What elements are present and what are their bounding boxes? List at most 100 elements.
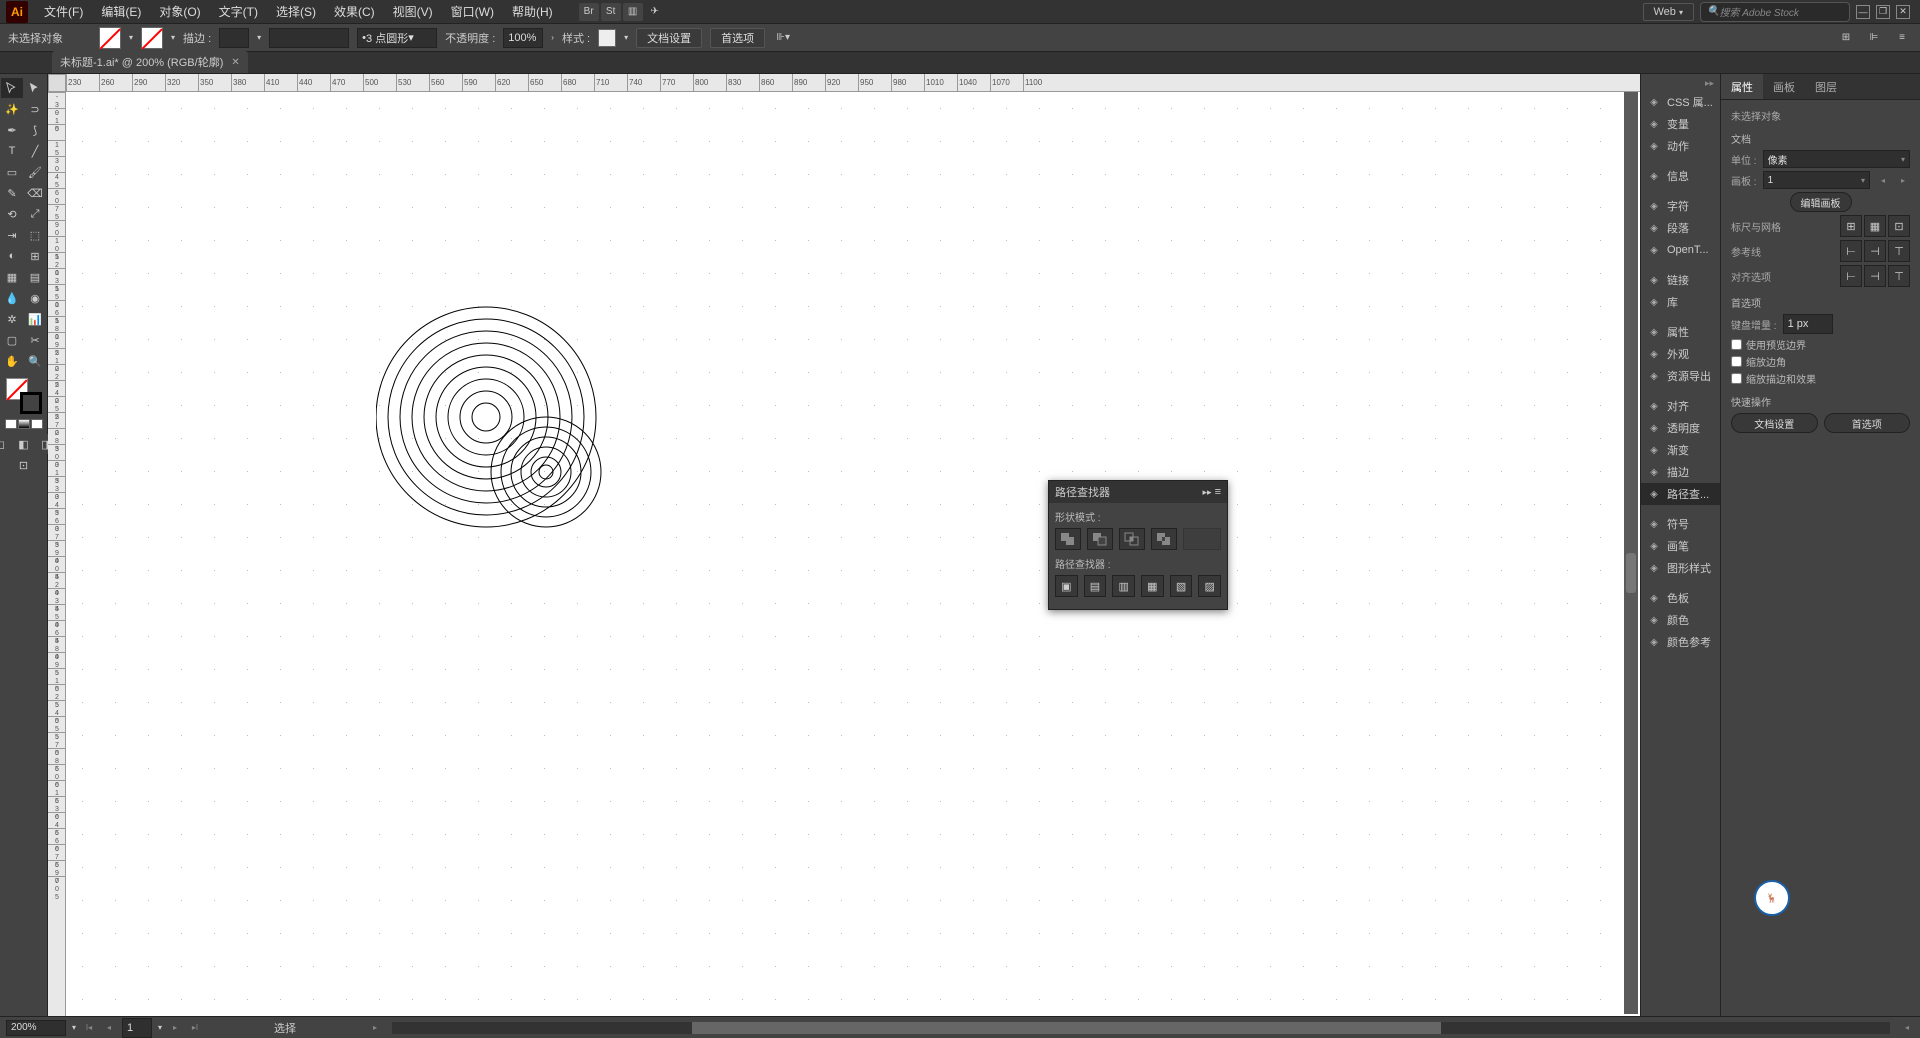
close-tab-icon[interactable]: ✕ [231,57,239,68]
dock-item-ali[interactable]: ◈对齐 [1641,395,1720,417]
dock-item-swa[interactable]: ◈色板 [1641,587,1720,609]
horizontal-scrollbar[interactable] [392,1022,1890,1034]
perspective-tool[interactable]: ⊞ [24,246,46,266]
screen-mode[interactable]: ⊡ [13,455,35,475]
dock-item-link[interactable]: ◈链接 [1641,269,1720,291]
graph-tool[interactable]: 📊 [24,309,46,329]
last-artboard-icon[interactable]: ▸I [188,1021,202,1035]
align-center-icon[interactable]: ⊣ [1864,265,1886,287]
divide-icon[interactable]: ▣ [1055,575,1078,597]
style-swatch[interactable] [598,29,616,47]
prefs-button[interactable]: 首选项 [710,28,765,48]
dock-item-grd[interactable]: ◈渐变 [1641,439,1720,461]
zoom-tool[interactable]: 🔍 [24,351,46,371]
paintbrush-tool[interactable]: 🖌 [24,162,46,182]
close-button[interactable]: ✕ [1896,5,1910,19]
arrange-windows-icon[interactable]: ⊞ [1836,29,1856,47]
dock-item-sym[interactable]: ◈符号 [1641,513,1720,535]
brush-selector[interactable] [269,28,349,48]
next-artboard-status-icon[interactable]: ▸ [168,1021,182,1035]
dock-item-info[interactable]: ◈信息 [1641,165,1720,187]
draw-mode-normal[interactable]: ◻ [0,434,12,454]
doc-setup-button[interactable]: 文档设置 [636,28,702,48]
arrange-icon[interactable]: ▥ [623,3,643,21]
width-tool[interactable]: ⇥ [1,225,23,245]
align-right-icon[interactable]: ⊤ [1888,265,1910,287]
blend-tool[interactable]: ◉ [24,288,46,308]
free-transform-tool[interactable]: ⬚ [24,225,46,245]
first-artboard-icon[interactable]: I◂ [82,1021,96,1035]
tab-layers[interactable]: 图层 [1805,74,1847,99]
stroke-swatch[interactable] [141,27,163,49]
zoom-input[interactable] [6,1020,66,1036]
tab-artboards[interactable]: 画板 [1763,74,1805,99]
type-tool[interactable]: T [1,141,23,161]
edit-artboard-button[interactable]: 编辑画板 [1790,192,1852,212]
restore-button[interactable]: ❐ [1876,5,1890,19]
dock-item-prop[interactable]: ◈属性 [1641,321,1720,343]
stock-icon[interactable]: St [601,3,621,21]
menu-type[interactable]: 文字(T) [211,0,266,23]
artboard-nav-input[interactable] [122,1018,152,1038]
stroke-color-icon[interactable] [20,392,42,414]
menu-file[interactable]: 文件(F) [36,0,91,23]
dock-item-col[interactable]: ◈颜色 [1641,609,1720,631]
merge-icon[interactable]: ▥ [1112,575,1135,597]
dock-item-gst[interactable]: ◈图形样式 [1641,557,1720,579]
scale-tool[interactable]: ⤢ [24,204,46,224]
align-panel-icon[interactable]: ⊫ [1864,29,1884,47]
unite-icon[interactable] [1055,528,1081,550]
dock-item-str[interactable]: ◈描边 [1641,461,1720,483]
dock-item-css[interactable]: ◈CSS 属... [1641,91,1720,113]
curvature-tool[interactable]: ⟆ [24,120,46,140]
horizontal-ruler[interactable]: 2302602903203503804104404705005305605906… [66,74,1640,92]
smart-guides-icon[interactable]: ⊤ [1888,240,1910,262]
tab-properties[interactable]: 属性 [1721,74,1763,99]
dock-item-act[interactable]: ◈动作 [1641,135,1720,157]
prev-artboard-icon[interactable]: ◂ [1876,173,1890,187]
lasso-tool[interactable]: ⊃ [24,99,46,119]
pathfinder-panel[interactable]: 路径查找器▸▸ ≡ 形状模式 : 路径查找器 : ▣ ▤ ▥ ▦ ▧ ▨ [1048,480,1228,610]
dock-item-¶[interactable]: ◈段落 [1641,217,1720,239]
trim-icon[interactable]: ▤ [1084,575,1107,597]
outline-icon[interactable]: ▧ [1170,575,1193,597]
vertical-scrollbar[interactable] [1624,92,1638,1014]
next-artboard-icon[interactable]: ▸ [1896,173,1910,187]
eyedropper-tool[interactable]: 💧 [1,288,23,308]
menu-view[interactable]: 视图(V) [385,0,441,23]
gradient-mode-icon[interactable] [18,419,30,429]
exclude-icon[interactable] [1151,528,1177,550]
minus-front-icon[interactable] [1087,528,1113,550]
symbol-sprayer-tool[interactable]: ✲ [1,309,23,329]
profile-selector[interactable]: • 3 点圆形 ▾ [357,28,437,48]
doc-setup-quick-button[interactable]: 文档设置 [1731,413,1818,433]
dock-item-O[interactable]: ◈OpenT... [1641,239,1720,261]
intersect-icon[interactable] [1119,528,1145,550]
panel-menu-icon[interactable]: ≡ [1215,486,1221,498]
menu-window[interactable]: 窗口(W) [443,0,502,23]
key-increment-input[interactable] [1783,314,1833,334]
prefs-quick-button[interactable]: 首选项 [1824,413,1911,433]
opacity-input[interactable] [503,28,543,48]
dock-item-lib[interactable]: ◈库 [1641,291,1720,313]
menu-effect[interactable]: 效果(C) [326,0,383,23]
vertical-ruler[interactable]: -30-150153045607590105120135150165180195… [48,92,66,1016]
guides-icon[interactable]: ⊢ [1840,240,1862,262]
dock-item-tra[interactable]: ◈透明度 [1641,417,1720,439]
fill-stroke-control[interactable] [6,378,42,414]
shaper-tool[interactable]: ✎ [1,183,23,203]
shape-builder-tool[interactable]: ◐ [1,246,23,266]
prev-artboard-status-icon[interactable]: ◂ [102,1021,116,1035]
collapse-dock-icon[interactable]: ▸▸ [1641,76,1720,91]
dock-item-pf[interactable]: ◈路径查... [1641,483,1720,505]
mesh-tool[interactable]: ▦ [1,267,23,287]
pen-tool[interactable]: ✒ [1,120,23,140]
magic-wand-tool[interactable]: ✨ [1,99,23,119]
dock-item-var[interactable]: ◈变量 [1641,113,1720,135]
gpu-icon[interactable]: ✈ [645,3,665,21]
draw-mode-behind[interactable]: ◧ [13,434,35,454]
eraser-tool[interactable]: ⌫ [24,183,46,203]
grid-icon[interactable]: ▦ [1864,215,1886,237]
scroll-right-icon[interactable]: ◂ [1900,1021,1914,1035]
selection-tool[interactable] [1,78,23,98]
